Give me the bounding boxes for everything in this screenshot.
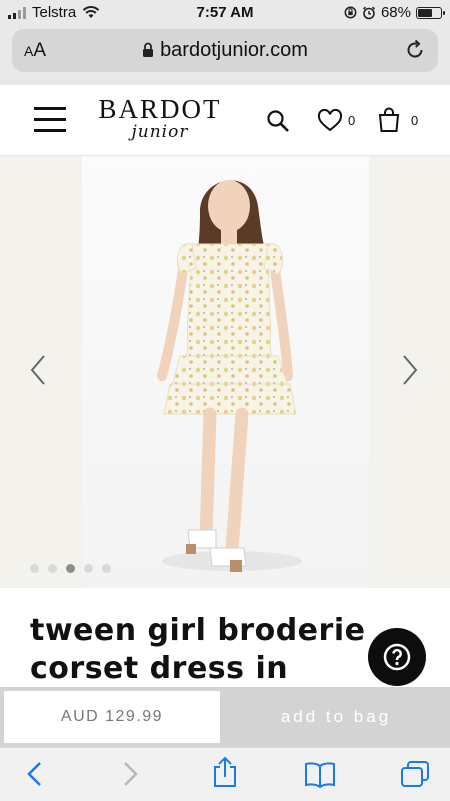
brand-logo[interactable]: BARDOT junior — [95, 95, 225, 141]
status-right: 68% — [344, 4, 445, 21]
carousel-dot[interactable] — [102, 564, 111, 573]
help-button[interactable] — [368, 628, 426, 686]
back-icon[interactable] — [25, 760, 45, 788]
brand-name: BARDOT — [98, 94, 222, 124]
browser-toolbar — [0, 747, 450, 801]
carousel-dot[interactable] — [84, 564, 93, 573]
site-header: BARDOT junior 0 0 — [0, 85, 450, 156]
help-icon — [383, 643, 411, 671]
carousel-dots[interactable] — [30, 564, 111, 573]
menu-icon[interactable] — [34, 107, 66, 133]
product-photo — [82, 156, 369, 588]
address-bar[interactable]: AA bardotjunior.com — [12, 29, 438, 72]
alarm-icon — [362, 6, 376, 19]
wishlist-count: 0 — [348, 113, 356, 128]
bag-icon[interactable] — [378, 107, 400, 133]
lock-rotation-icon — [344, 6, 357, 19]
heart-icon[interactable] — [317, 109, 343, 133]
carousel-dot[interactable] — [48, 564, 57, 573]
product-image-carousel[interactable] — [0, 156, 450, 588]
chevron-left-icon[interactable] — [28, 354, 48, 386]
reload-icon[interactable] — [404, 39, 426, 61]
chevron-right-icon[interactable] — [400, 354, 420, 386]
browser-address-area: AA bardotjunior.com — [0, 24, 450, 85]
battery-icon — [416, 6, 445, 19]
carousel-dot[interactable] — [66, 564, 75, 573]
product-photo-illustration — [157, 180, 302, 572]
tabs-icon[interactable] — [400, 760, 430, 788]
url-display[interactable]: bardotjunior.com — [12, 39, 438, 62]
status-bar: Telstra 7:57 AM 68% — [0, 0, 450, 24]
product-title: tween girl broderie corset dress in — [30, 613, 366, 686]
share-icon[interactable] — [212, 756, 238, 788]
lock-icon — [143, 42, 154, 57]
price-display: AUD 129.99 — [3, 690, 221, 744]
bag-count: 0 — [411, 113, 419, 128]
purchase-bar: AUD 129.99 add to bag — [0, 687, 450, 747]
brand-sub: junior — [131, 122, 189, 142]
carousel-dot[interactable] — [30, 564, 39, 573]
search-icon[interactable] — [266, 109, 290, 133]
bookmarks-icon[interactable] — [304, 760, 336, 788]
forward-icon[interactable] — [120, 760, 140, 788]
add-to-bag-button[interactable]: add to bag — [222, 687, 450, 747]
url-text: bardotjunior.com — [160, 39, 308, 61]
battery-percent: 68% — [380, 4, 411, 21]
